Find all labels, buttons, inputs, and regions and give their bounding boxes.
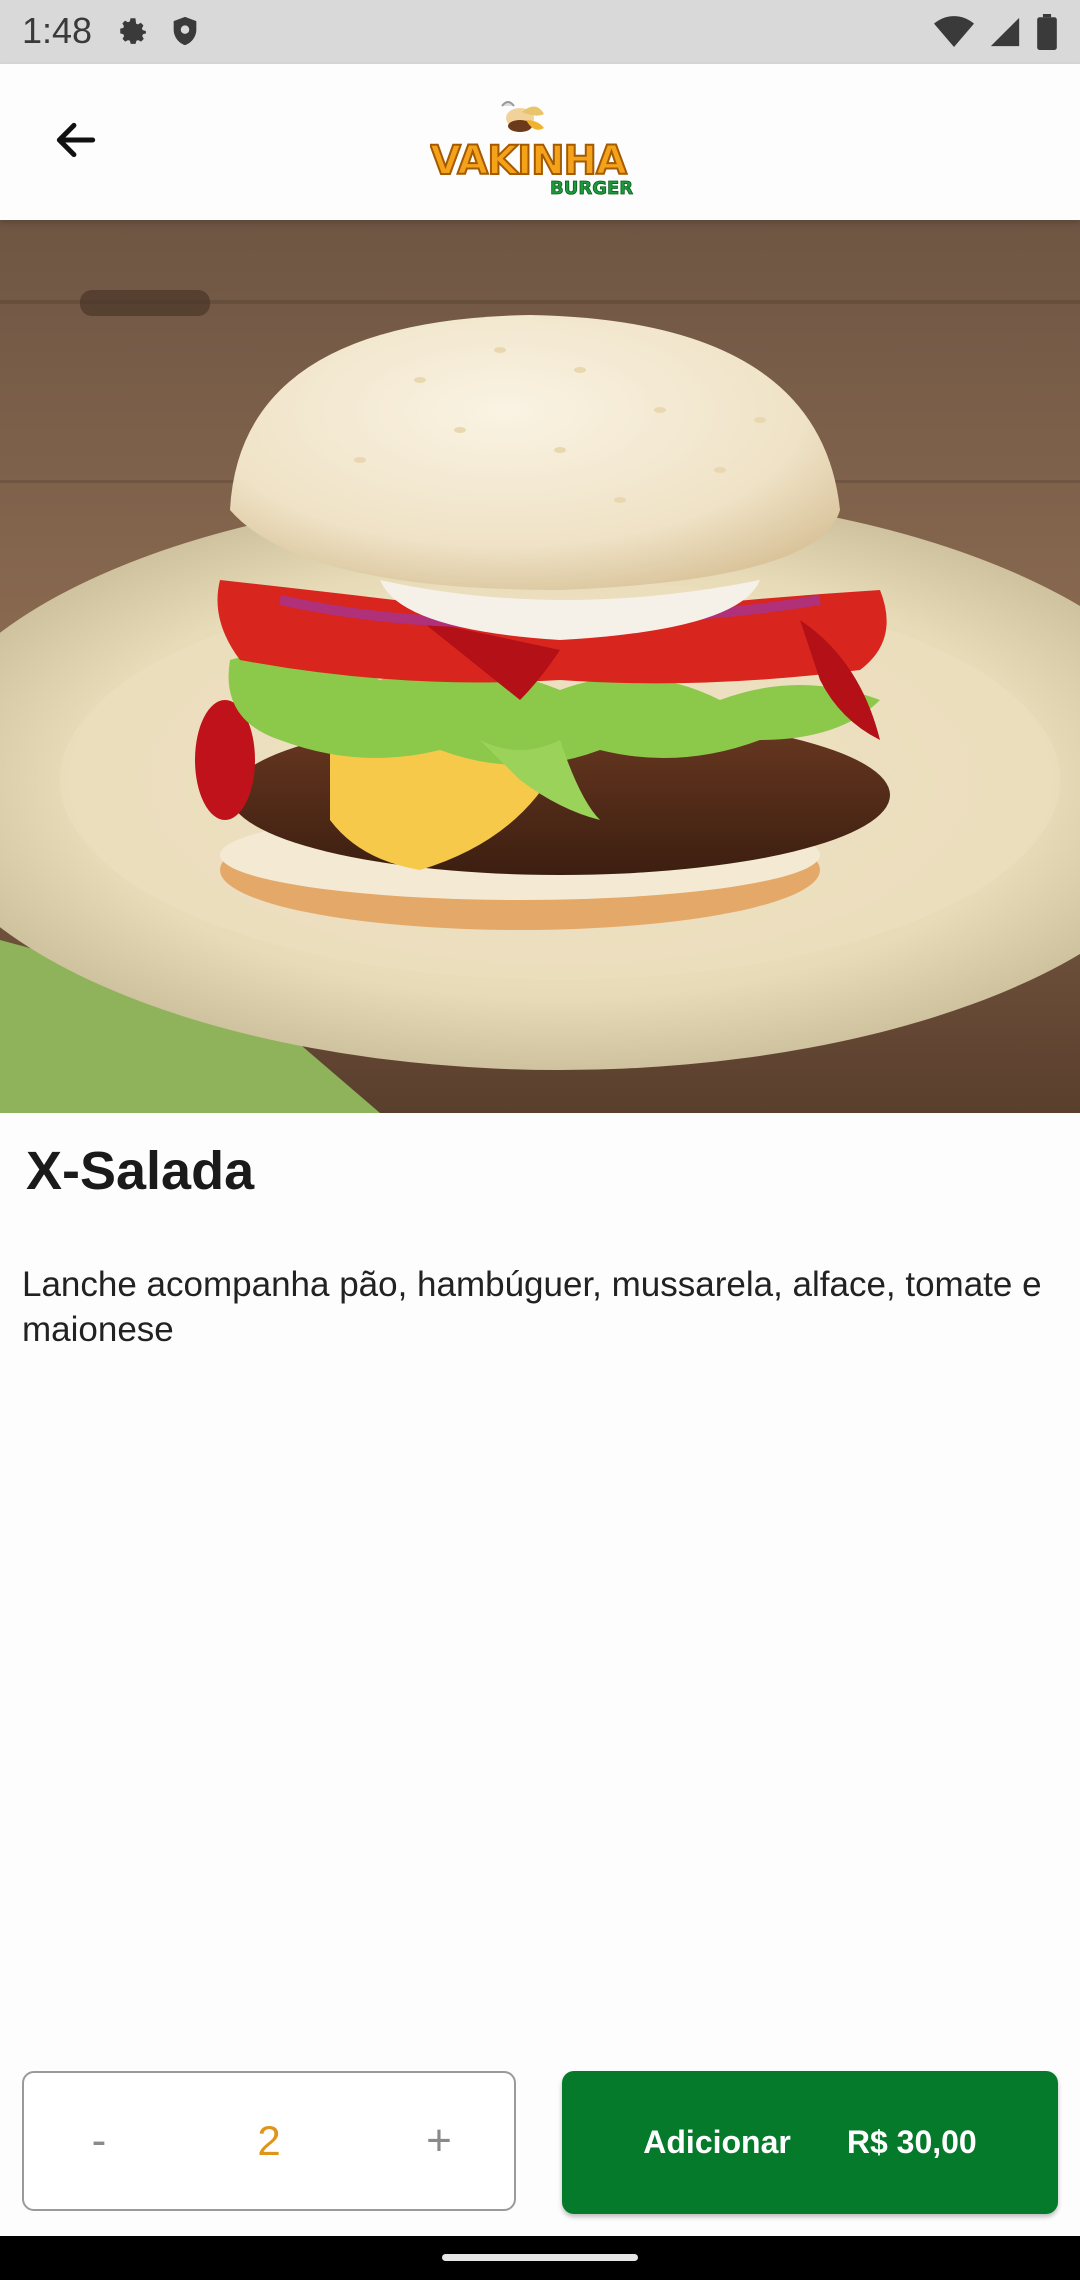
add-to-cart-button[interactable]: Adicionar R$ 30,00 <box>562 2071 1058 2214</box>
signal-icon <box>988 15 1022 49</box>
arrow-back-icon <box>51 115 101 170</box>
settings-icon <box>116 14 150 48</box>
battery-icon <box>1036 14 1058 50</box>
add-button-price: R$ 30,00 <box>846 2124 977 2160</box>
svg-text:BURGER: BURGER <box>550 178 633 199</box>
wifi-icon <box>934 15 974 49</box>
quantity-value: 2 <box>257 2117 281 2164</box>
add-button-label: Adicionar <box>643 2124 791 2160</box>
navigation-bar <box>0 2236 1080 2280</box>
quantity-stepper: - 2 + <box>22 2071 516 2211</box>
product-title: X-Salada <box>26 1141 255 1201</box>
status-bar: 1:48 <box>0 0 1080 64</box>
back-button[interactable] <box>44 110 108 174</box>
app-bar: VAKINHA BURGER <box>0 64 1080 220</box>
home-gesture-handle[interactable] <box>442 2254 638 2261</box>
decrease-quantity-button[interactable]: - <box>24 2073 174 2209</box>
vakinha-burger-logo: VAKINHA BURGER <box>429 92 650 202</box>
status-time: 1:48 <box>22 10 93 51</box>
increase-quantity-button[interactable]: + <box>364 2073 514 2209</box>
product-image <box>0 220 1080 1113</box>
shield-icon <box>168 14 202 48</box>
product-description: Lanche acompanha pão, hambúguer, mussare… <box>22 1265 1042 1349</box>
